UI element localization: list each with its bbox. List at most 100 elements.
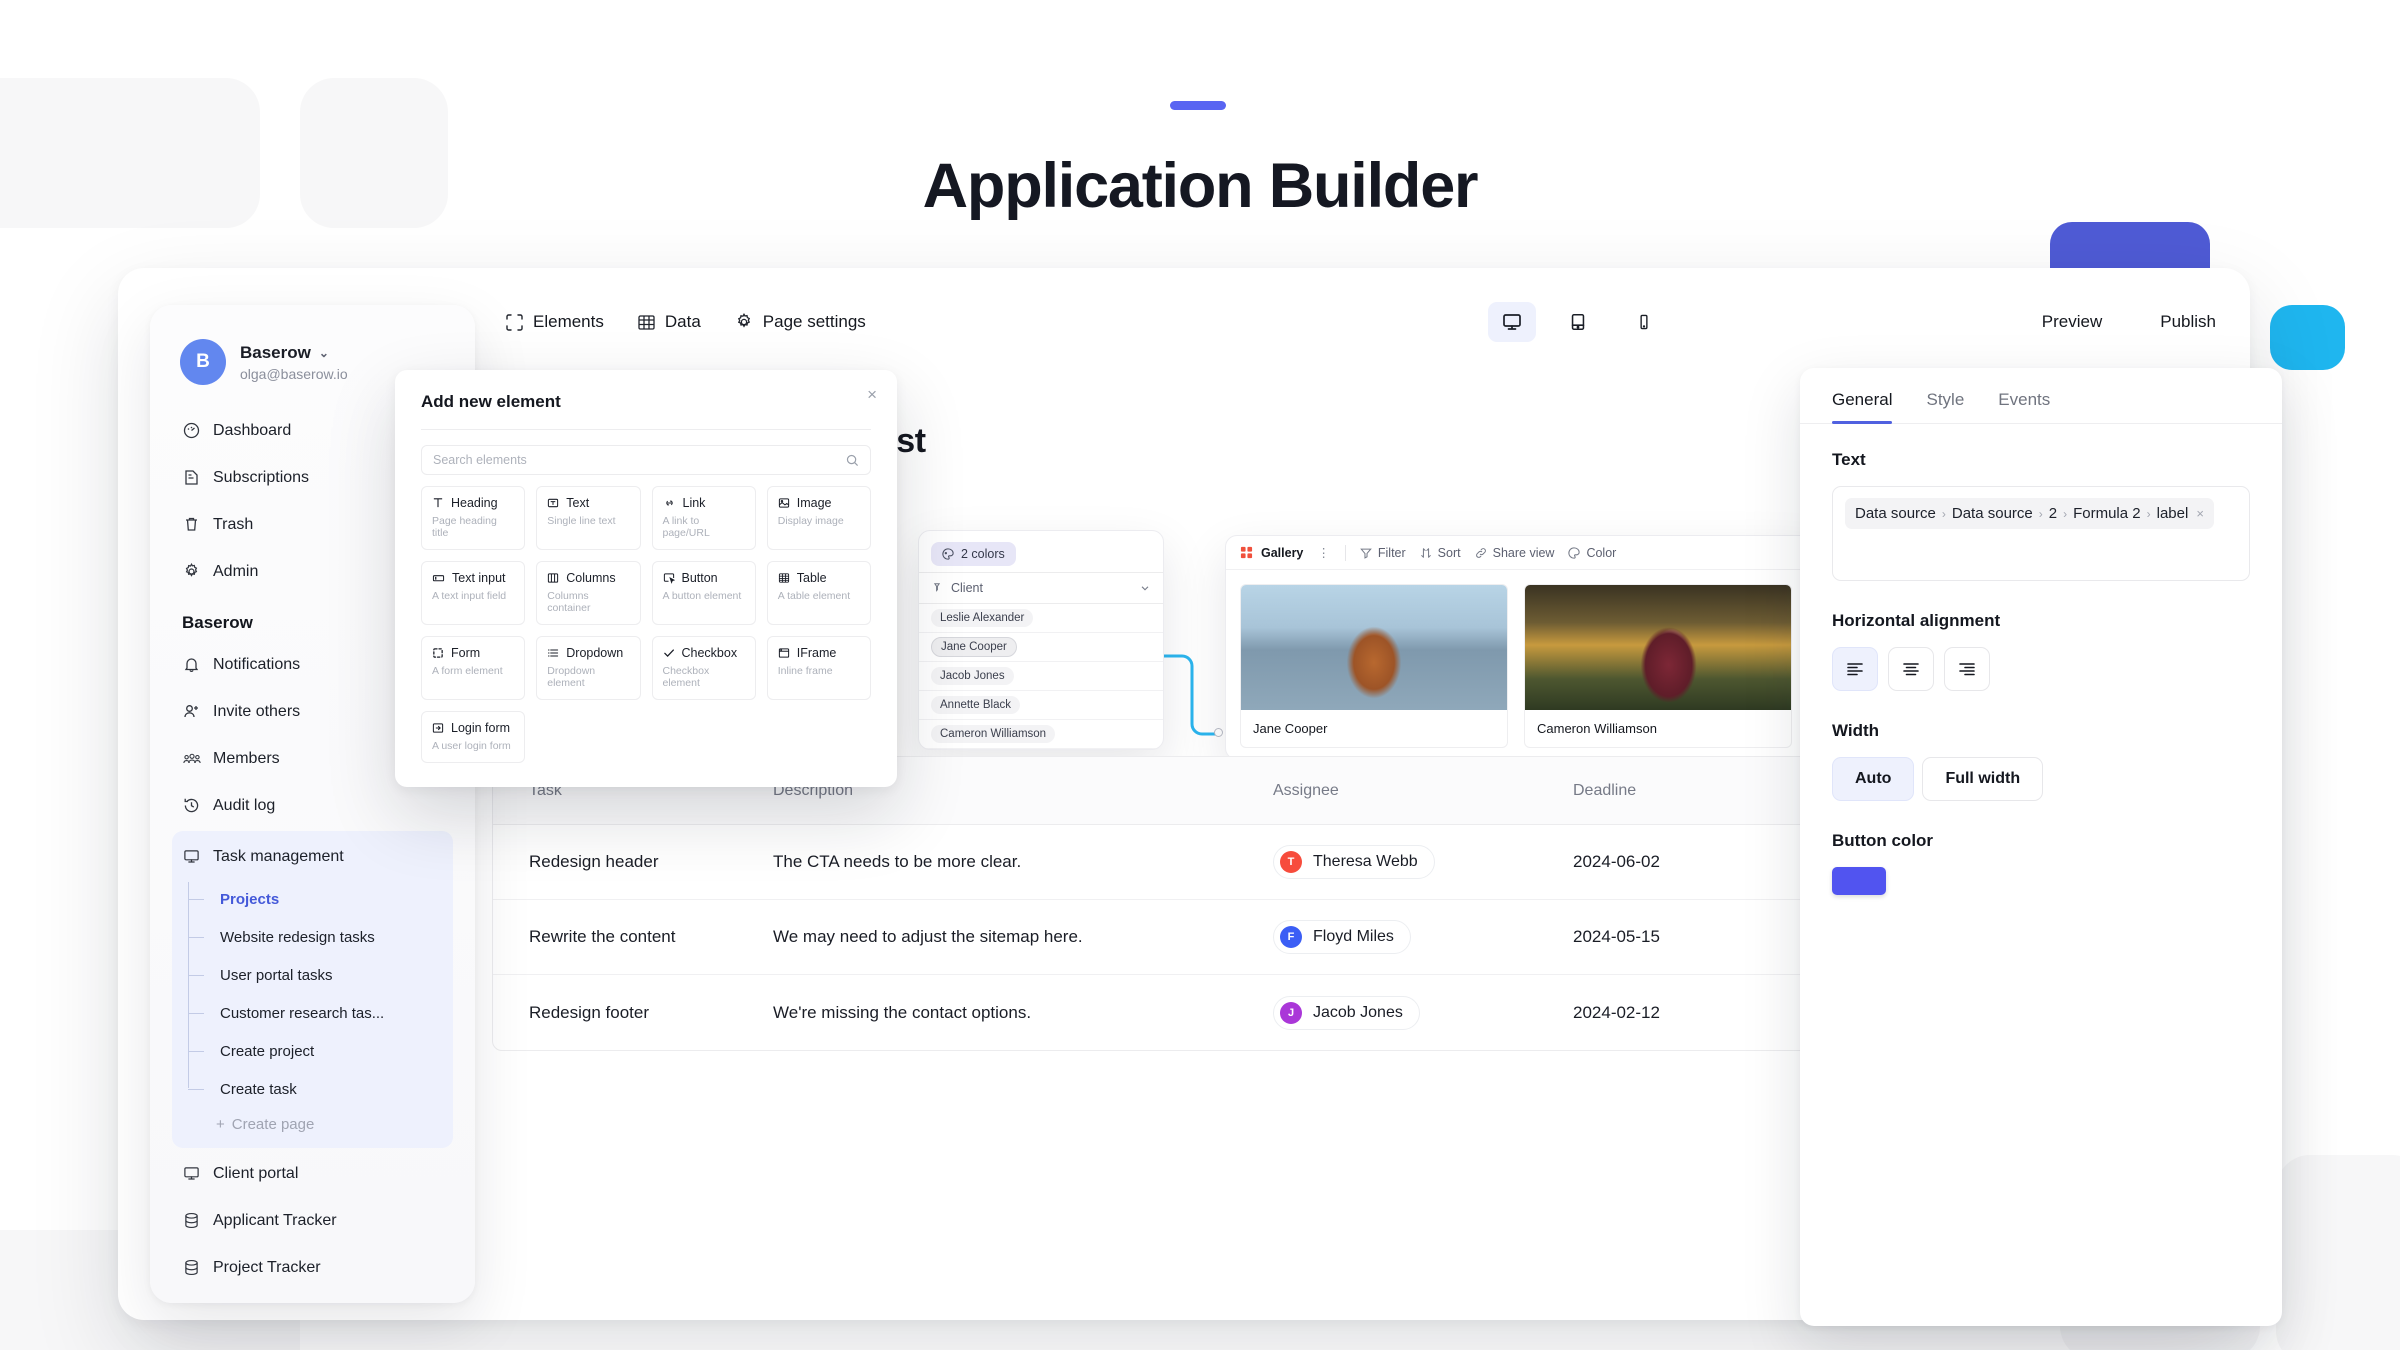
sidebar-item-label: Members: [213, 749, 280, 767]
list-item[interactable]: Jane Cooper: [919, 633, 1163, 662]
workspace-name: Baserow: [240, 342, 311, 362]
sidebar-item-customer-research-tasks[interactable]: Customer research tas...: [188, 994, 453, 1032]
close-icon[interactable]: ×: [867, 386, 877, 403]
formula-part: Data source: [1951, 505, 2033, 522]
chevron-down-icon[interactable]: [1139, 582, 1151, 594]
sidebar-item-user-portal-tasks[interactable]: User portal tasks: [188, 956, 453, 994]
element-option-columns[interactable]: Columns Columns container: [536, 561, 641, 625]
chevron-right-icon: ›: [1941, 507, 1946, 521]
list-item[interactable]: Leslie Alexander: [919, 604, 1163, 633]
align-left-button[interactable]: [1832, 647, 1878, 691]
element-option-link[interactable]: Link A link to page/URL: [651, 486, 756, 550]
chevron-right-icon: ›: [2146, 507, 2151, 521]
element-desc: Columns container: [547, 590, 591, 614]
gallery-sort-button[interactable]: Sort: [1420, 546, 1461, 560]
element-option-table[interactable]: Table A table element: [766, 561, 871, 625]
formula-chip[interactable]: Data source › Data source › 2 › Formula 2 › labe…: [1845, 498, 2214, 529]
colors-chip[interactable]: 2 colors: [931, 542, 1016, 566]
element-name: Columns: [566, 571, 616, 585]
tab-general[interactable]: General: [1832, 390, 1893, 424]
elements-icon: [506, 313, 523, 331]
cell-description: We're missing the contact options.: [773, 1002, 1032, 1022]
members-icon: [182, 749, 201, 768]
align-center-icon: [1903, 663, 1919, 676]
grid-column-header[interactable]: Client: [919, 572, 1163, 604]
element-desc: A text input field: [432, 590, 507, 602]
element-option-text[interactable]: Text Single line text: [536, 486, 641, 550]
sidebar-item-applicant-tracker[interactable]: Applicant Tracker: [172, 1197, 453, 1244]
sidebar-item-projects[interactable]: Projects: [188, 880, 453, 918]
button-color-swatch[interactable]: [1832, 867, 1886, 895]
share-link-icon: [1475, 547, 1486, 558]
sidebar-item-label: Subscriptions: [213, 468, 310, 486]
avatar: B: [180, 339, 226, 385]
publish-button[interactable]: Publish: [2160, 312, 2216, 332]
heading-icon: [432, 497, 444, 509]
element-name: Text input: [452, 571, 506, 585]
sidebar-item-label: Client portal: [213, 1164, 299, 1182]
element-option-text-input[interactable]: Text input A text input field: [421, 561, 526, 625]
element-option-login-form[interactable]: Login form A user login form: [421, 711, 526, 763]
gallery-toolbar: Gallery ⋮ Filter Sort Share view Color: [1226, 536, 1824, 570]
width-options: Auto Full width: [1832, 757, 2250, 801]
element-option-checkbox[interactable]: Checkbox Checkbox element: [651, 636, 756, 700]
align-center-button[interactable]: [1888, 647, 1934, 691]
sidebar-item-task-management[interactable]: Task management: [172, 833, 453, 880]
align-right-button[interactable]: [1944, 647, 1990, 691]
remove-formula-icon[interactable]: ×: [2196, 506, 2204, 521]
dropdown-icon: [547, 647, 559, 659]
device-toggle-desktop[interactable]: [1488, 302, 1536, 342]
element-option-image[interactable]: Image Display image: [766, 486, 871, 550]
width-full-button[interactable]: Full width: [1922, 757, 2044, 801]
toolbar-elements-label: Elements: [533, 312, 604, 331]
tab-style[interactable]: Style: [1926, 390, 1964, 423]
element-option-heading[interactable]: Heading Page heading title: [421, 486, 526, 550]
sidebar-item-project-tracker[interactable]: Project Tracker: [172, 1244, 453, 1291]
sidebar-item-audit-log[interactable]: Audit log: [172, 782, 453, 829]
element-desc: A link to page/URL: [662, 515, 710, 539]
assignee-chip[interactable]: J Jacob Jones: [1273, 995, 1420, 1030]
search-input[interactable]: [433, 453, 846, 467]
element-option-button[interactable]: Button A button element: [651, 561, 756, 625]
filter-icon: [1360, 548, 1372, 559]
search-elements-field[interactable]: [421, 445, 871, 475]
toolbar-page-settings-button[interactable]: Page settings: [735, 312, 866, 332]
gallery-share-button[interactable]: Share view: [1475, 546, 1554, 560]
preview-button[interactable]: Preview: [2042, 312, 2102, 332]
tab-events[interactable]: Events: [1998, 390, 2050, 423]
width-auto-button[interactable]: Auto: [1832, 757, 1915, 801]
sidebar-item-label: Task management: [213, 847, 344, 865]
create-page-button[interactable]: + Create page: [172, 1108, 453, 1140]
gallery-filter-button[interactable]: Filter: [1360, 546, 1406, 560]
assignee-chip[interactable]: T Theresa Webb: [1273, 845, 1435, 879]
gallery-more-icon[interactable]: ⋮: [1317, 545, 1331, 560]
sidebar-item-create-task[interactable]: Create task: [188, 1070, 453, 1108]
text-formula-input[interactable]: Data source › Data source › 2 › Formula 2 › labe…: [1832, 486, 2250, 581]
assignee-chip[interactable]: F Floyd Miles: [1273, 920, 1411, 954]
toolbar-elements-button[interactable]: Elements: [506, 312, 604, 332]
chevron-down-icon[interactable]: ⌄: [319, 346, 329, 360]
sidebar-item-label: Dashboard: [213, 421, 292, 439]
grid-cell-value-selected: Jane Cooper: [931, 637, 1017, 657]
sidebar-item-client-portal[interactable]: Client portal: [172, 1150, 453, 1197]
sidebar-item-website-redesign-tasks[interactable]: Website redesign tasks: [188, 918, 453, 956]
database-icon: [182, 1211, 201, 1230]
element-option-iframe[interactable]: IFrame Inline frame: [766, 636, 871, 700]
device-toggle-mobile[interactable]: [1620, 302, 1668, 342]
decor-accent-cyan: [2270, 305, 2345, 370]
element-option-form[interactable]: Form A form element: [421, 636, 526, 700]
element-option-dropdown[interactable]: Dropdown Dropdown element: [536, 636, 641, 700]
element-name: Link: [682, 496, 706, 510]
device-toggle-tablet[interactable]: [1554, 302, 1602, 342]
toolbar-data-button[interactable]: Data: [638, 312, 701, 332]
gallery-view-name: Gallery: [1261, 545, 1304, 560]
sidebar-item-create-project[interactable]: Create project: [188, 1032, 453, 1070]
column-header-assignee: Assignee: [1273, 781, 1339, 799]
sidebar-item-label: Invite others: [213, 702, 301, 720]
text-field-label: Text: [1832, 450, 1866, 469]
gallery-color-button[interactable]: Color: [1568, 546, 1616, 560]
element-name: Text: [566, 496, 590, 510]
sort-icon: [1420, 547, 1431, 558]
gallery-view-name-wrap[interactable]: Gallery: [1240, 546, 1303, 560]
sidebar-subitem-label: Website redesign tasks: [220, 928, 375, 946]
